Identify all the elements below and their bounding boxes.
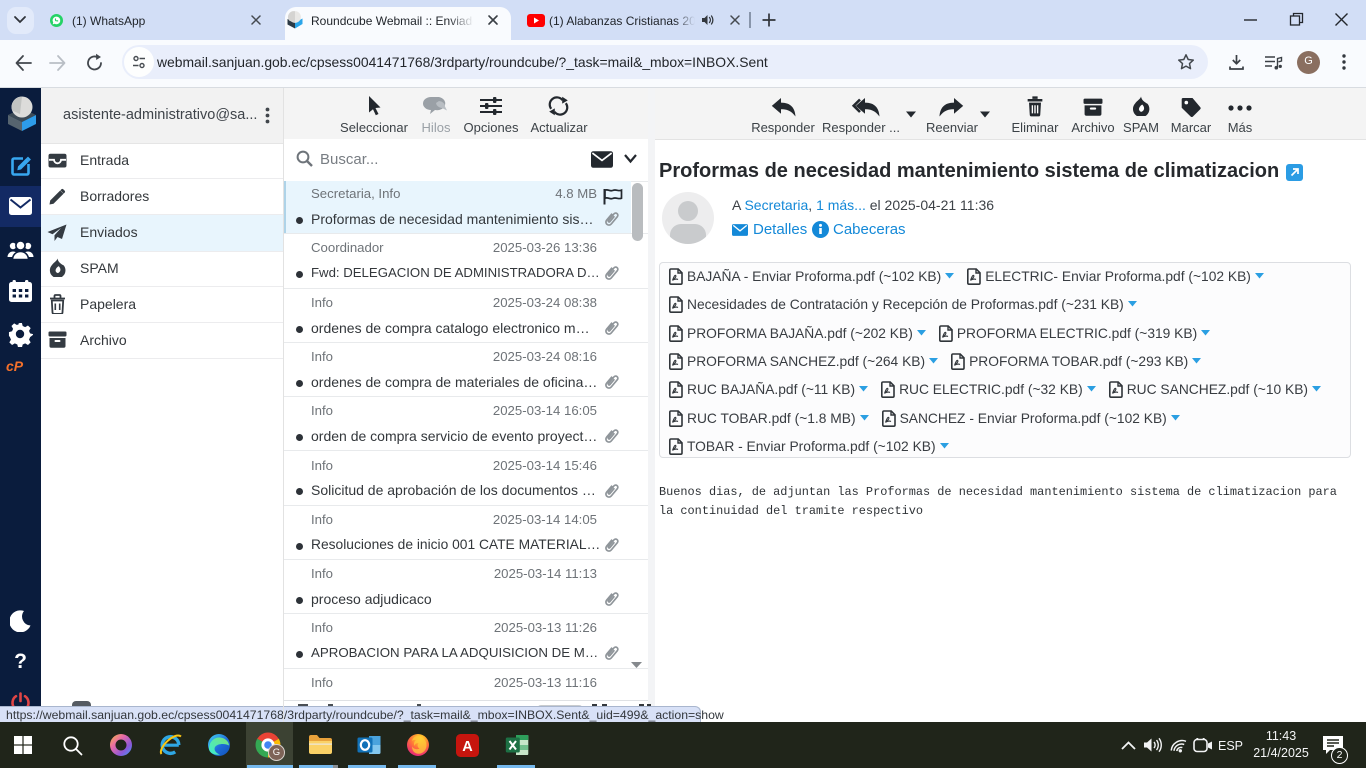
svg-text:A: A xyxy=(462,739,473,755)
